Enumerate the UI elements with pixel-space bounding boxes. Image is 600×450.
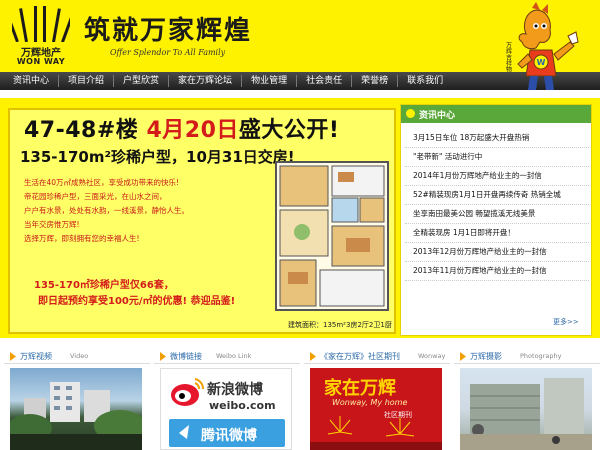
banner-title-date: 4月20日 bbox=[146, 118, 239, 143]
nav-item-floorplans[interactable]: 户型欣赏 bbox=[114, 75, 170, 87]
news-title: 资讯中心 bbox=[419, 111, 456, 121]
section-header: 《家在万辉》社区期刊 Wonway bbox=[304, 350, 450, 364]
news-item[interactable]: "老带新" 活动进行中 bbox=[405, 148, 589, 167]
banner-line: 户户有水景，处处有水韵，一线溪景，静怡人生。 bbox=[24, 206, 189, 215]
arrow-icon bbox=[310, 352, 316, 361]
sina-weibo-url: weibo.com bbox=[209, 399, 276, 412]
floorplan-image bbox=[275, 161, 389, 311]
svg-text:万辉吉祥物: 万辉吉祥物 bbox=[505, 42, 512, 73]
section-weibo: 微博链接 Weibo Link 新浪微博 weibo.com 腾讯微博 bbox=[154, 346, 300, 450]
section-header: 微博链接 Weibo Link bbox=[154, 350, 300, 364]
svg-text:W: W bbox=[537, 58, 546, 67]
news-item[interactable]: 52#精装现房1月1日开盘再续传奇 热销全城 bbox=[405, 186, 589, 205]
banner-area-label: 建筑面积：135m² bbox=[288, 321, 346, 329]
section-title-en: Wonway bbox=[418, 352, 446, 360]
news-item[interactable]: 全精装现房 1月1日即将开盘！ bbox=[405, 224, 589, 243]
news-item[interactable]: 2013年11月份万辉地产给业主的一封信 bbox=[405, 262, 589, 281]
bottom-sections: 万辉视频 Video 微博链接 Weibo Link 新浪微博 weibo.co… bbox=[0, 346, 600, 450]
nav-item-news[interactable]: 资讯中心 bbox=[4, 75, 60, 87]
news-more-link[interactable]: 更多>> bbox=[553, 317, 579, 327]
banner-title: 47-48#楼 4月20日盛大公开! bbox=[24, 112, 339, 144]
news-bullet-icon bbox=[406, 109, 415, 118]
banner-line: 选择万辉，即刻拥有您的幸福人生! bbox=[24, 234, 140, 243]
banner-description: 生活在40万㎡成熟社区，享受成功带来的快乐! 帝花园珍稀户型，三面采光，在山水之… bbox=[24, 176, 244, 246]
news-title-en: INFORMATION CENTER bbox=[531, 119, 588, 125]
tencent-weibo-label: 腾讯微博 bbox=[201, 428, 257, 444]
logo-en-text: WON WAY bbox=[16, 57, 66, 66]
logo[interactable]: 万辉地产 WON WAY bbox=[6, 4, 76, 68]
section-header: 万辉摄影 Photography bbox=[454, 350, 600, 364]
banner-promo-2: 即日起预约享受100元/㎡的优惠! 恭迎品鉴! bbox=[38, 296, 236, 307]
banner-promo-1: 135-170㎡珍稀户型仅66套， bbox=[34, 280, 174, 291]
news-list: 3月15日车位 18万起盛大开盘热销 "老带新" 活动进行中 2014年1月份万… bbox=[405, 129, 589, 281]
banner-line: 当年交房惟万辉! bbox=[24, 220, 80, 229]
video-thumbnail[interactable] bbox=[10, 368, 142, 450]
banner-title-pre: 47-48#楼 bbox=[24, 118, 139, 143]
nav-item-honors[interactable]: 荣誉榜 bbox=[352, 75, 399, 87]
news-item[interactable]: 坐享南田最美公园 畅望揽溪无线美景 bbox=[405, 205, 589, 224]
section-title[interactable]: 微博链接 bbox=[170, 351, 202, 362]
section-title-en: Weibo Link bbox=[216, 352, 252, 360]
news-item[interactable]: 2013年12月份万辉地产给业主的一封信 bbox=[405, 243, 589, 262]
nav-item-forum[interactable]: 家在万辉论坛 bbox=[169, 75, 243, 87]
section-magazine: 《家在万辉》社区期刊 Wonway 家在万辉 Wonway, My home 社… bbox=[304, 346, 450, 450]
news-panel: 资讯中心 INFORMATION CENTER 3月15日车位 18万起盛大开盘… bbox=[400, 104, 592, 336]
slogan-cn: 筑就万家辉煌 bbox=[84, 16, 253, 46]
weibo-links[interactable]: 新浪微博 weibo.com 腾讯微博 bbox=[160, 368, 292, 450]
nav-item-project[interactable]: 项目介绍 bbox=[59, 75, 115, 87]
section-title[interactable]: 万辉摄影 bbox=[470, 351, 502, 362]
magazine-title: 家在万辉 bbox=[324, 378, 396, 399]
section-video: 万辉视频 Video bbox=[4, 346, 150, 450]
nav-item-contact[interactable]: 联系我们 bbox=[398, 75, 452, 87]
fireworks-icon bbox=[310, 416, 442, 450]
logo-rays-icon bbox=[12, 6, 70, 42]
banner-title-post: 盛大公开! bbox=[238, 118, 340, 143]
section-header: 万辉视频 Video bbox=[4, 350, 150, 364]
building-photo-icon bbox=[10, 382, 142, 450]
slogan-en: Offer Splendor To All Family bbox=[110, 48, 226, 57]
banner-unit-label: 3房2厅2卫1厨 bbox=[346, 321, 392, 329]
nav-item-property[interactable]: 物业管理 bbox=[242, 75, 298, 87]
section-photography: 万辉摄影 Photography bbox=[454, 346, 600, 450]
arrow-icon bbox=[460, 352, 466, 361]
banner-subtitle: 135-170m²珍稀户型，10月31日交房! bbox=[20, 148, 295, 166]
photography-thumbnail[interactable] bbox=[460, 368, 592, 450]
arrow-icon bbox=[160, 352, 166, 361]
section-title[interactable]: 《家在万辉》社区期刊 bbox=[320, 351, 400, 362]
magazine-subtitle: Wonway, My home bbox=[332, 398, 408, 407]
section-title[interactable]: 万辉视频 bbox=[20, 351, 52, 362]
page: 万辉地产 WON WAY 筑就万家辉煌 Offer Splendor To Al… bbox=[0, 0, 600, 450]
sina-weibo-label: 新浪微博 bbox=[207, 382, 263, 398]
nav-item-social[interactable]: 社会责任 bbox=[297, 75, 353, 87]
section-title-en: Video bbox=[70, 352, 89, 360]
banner-line: 帝花园珍稀户型，三面采光，在山水之间， bbox=[24, 192, 167, 201]
mascot-horse-icon: W 万辉吉祥物 bbox=[505, 2, 579, 90]
news-item[interactable]: 3月15日车位 18万起盛大开盘热销 bbox=[405, 129, 589, 148]
arrow-icon bbox=[10, 352, 16, 361]
magazine-cover[interactable]: 家在万辉 Wonway, My home 社区期刊 bbox=[310, 368, 442, 450]
section-title-en: Photography bbox=[520, 352, 562, 360]
street-photo-icon bbox=[460, 378, 592, 450]
news-item[interactable]: 2014年1月份万辉地产给业主的一封信 bbox=[405, 167, 589, 186]
banner-line: 生活在40万㎡成熟社区，享受成功带来的快乐! bbox=[24, 178, 180, 187]
